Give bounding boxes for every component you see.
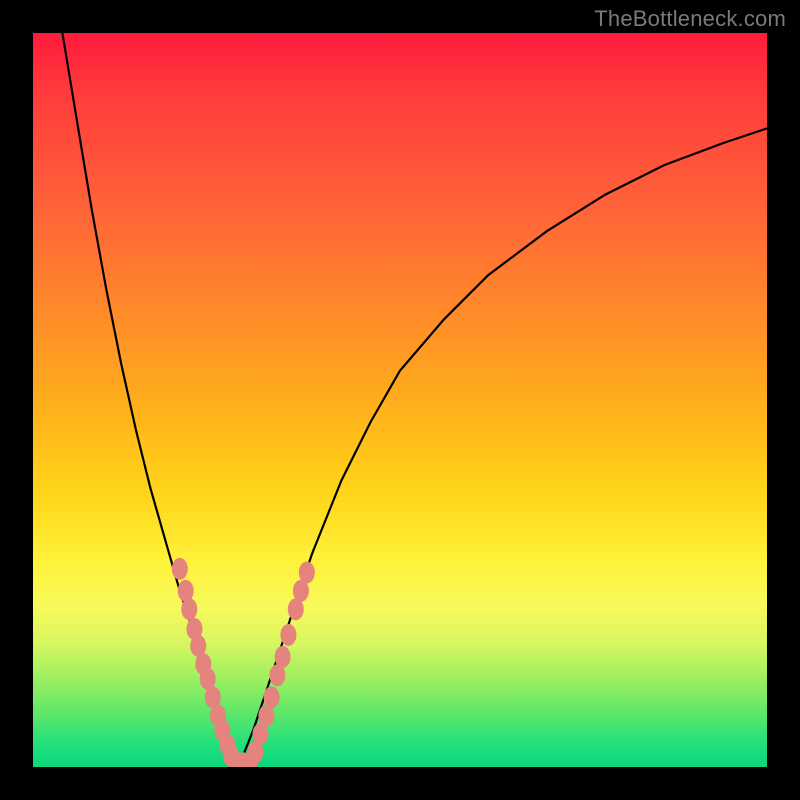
highlight-markers — [172, 558, 315, 767]
left-branch-curve — [62, 33, 238, 767]
right-branch-curve — [239, 128, 768, 767]
highlight-marker — [172, 558, 188, 580]
plot-area — [33, 33, 767, 767]
chart-frame: TheBottleneck.com — [0, 0, 800, 800]
watermark-text: TheBottleneck.com — [594, 6, 786, 32]
chart-svg — [33, 33, 767, 767]
highlight-marker — [264, 686, 280, 708]
highlight-marker — [280, 624, 296, 646]
curve-group — [62, 33, 767, 767]
highlight-marker — [178, 580, 194, 602]
highlight-marker — [275, 646, 291, 668]
highlight-marker — [299, 562, 315, 584]
highlight-marker — [181, 598, 197, 620]
